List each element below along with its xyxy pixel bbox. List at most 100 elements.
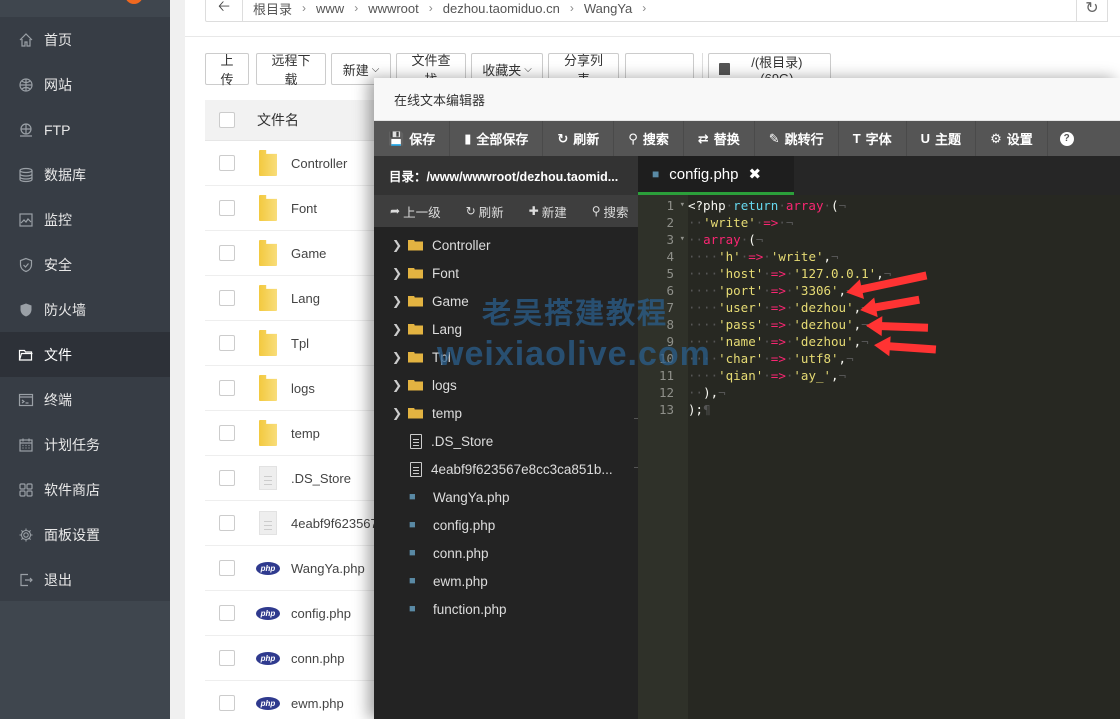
editor-tool-gear[interactable]: ⚙ 设置 — [976, 121, 1048, 156]
tree-node[interactable]: ■ WangYa.php — [374, 483, 638, 511]
file-name[interactable]: Tpl — [291, 336, 309, 351]
close-tab-icon[interactable]: ✖ — [748, 165, 761, 183]
breadcrumb-item[interactable]: www — [312, 1, 348, 16]
tree-action-plus[interactable]: ✚ 新建 — [513, 202, 576, 221]
file-name[interactable]: conn.php — [291, 651, 345, 666]
sidebar-item-5[interactable]: 安全 — [0, 242, 170, 287]
tree-node[interactable]: ❯ Font — [374, 259, 638, 287]
chevron-right-icon[interactable]: ❯ — [392, 322, 402, 336]
row-checkbox[interactable] — [219, 245, 235, 261]
notification-badge[interactable] — [125, 0, 143, 4]
file-name[interactable]: Controller — [291, 156, 347, 171]
row-checkbox[interactable] — [219, 470, 235, 486]
chevron-right-icon[interactable]: ❯ — [392, 294, 402, 308]
breadcrumb-item[interactable]: dezhou.taomiduo.cn — [439, 1, 564, 16]
tree-node[interactable]: ■ ewm.php — [374, 567, 638, 595]
code-token: ¬ — [718, 385, 726, 400]
tree-node[interactable]: 4eabf9f623567e8cc3ca851b... — [374, 455, 638, 483]
chevron-right-icon[interactable]: ❯ — [392, 406, 402, 420]
file-name[interactable]: Game — [291, 246, 326, 261]
file-name[interactable]: Font — [291, 201, 317, 216]
editor-tool-font[interactable]: T 字体 — [839, 121, 907, 156]
tree-node[interactable]: ❯ Controller — [374, 231, 638, 259]
sidebar-item-12[interactable]: 退出 — [0, 557, 170, 602]
upload-button[interactable]: 上传 — [205, 53, 249, 87]
tree-node[interactable]: ❯ Game — [374, 287, 638, 315]
breadcrumb-item[interactable]: WangYa — [580, 1, 636, 16]
column-filename[interactable]: 文件名 — [257, 110, 299, 130]
tree-node[interactable]: .DS_Store — [374, 427, 638, 455]
file-icon — [410, 433, 422, 449]
code-token: <?php — [688, 198, 726, 213]
sidebar-item-11[interactable]: 面板设置 — [0, 512, 170, 557]
sidebar-item-0[interactable]: 首页 — [0, 17, 170, 62]
tree-action-share-up[interactable]: ➦ 上一级 — [374, 202, 450, 221]
editor-tool-refresh[interactable]: ↻ 刷新 — [543, 121, 615, 156]
chevron-right-icon[interactable]: ❯ — [392, 378, 402, 392]
breadcrumb-item[interactable]: wwwroot — [364, 1, 423, 16]
row-checkbox[interactable] — [219, 425, 235, 441]
editor-tool-save-all[interactable]: ▮ 全部保存 — [450, 121, 544, 156]
editor-tool-magnet[interactable]: U 主题 — [907, 121, 977, 156]
tree-node[interactable]: ❯ logs — [374, 371, 638, 399]
sidebar-item-7[interactable]: 文件 — [0, 332, 170, 377]
folder-icon — [408, 351, 423, 363]
file-name[interactable]: 4eabf9f623567 — [291, 516, 378, 531]
file-name[interactable]: Lang — [291, 291, 320, 306]
breadcrumb-list: 根目录 › www › wwwroot › dezhou.taomiduo.cn › WangY… — [243, 0, 652, 18]
tab-config-php[interactable]: ■ config.php ✖ — [638, 156, 794, 195]
sidebar-item-8[interactable]: 终端 — [0, 377, 170, 422]
plus-icon: ✚ — [528, 204, 539, 218]
dialog-title[interactable]: 在线文本编辑器 — [374, 78, 1120, 121]
code-token: 'write' — [703, 215, 756, 230]
chevron-right-icon[interactable]: ❯ — [392, 266, 402, 280]
row-checkbox[interactable] — [219, 335, 235, 351]
row-checkbox[interactable] — [219, 650, 235, 666]
row-checkbox[interactable] — [219, 560, 235, 576]
editor-tool-save[interactable]: 💾 保存 — [374, 121, 451, 156]
tree-action-search[interactable]: ⚲ 搜索 — [576, 202, 638, 221]
code-editor[interactable]: <?php·return·array·(¬ ··'write'·=>·¬ ··arr… — [688, 195, 1120, 719]
row-checkbox[interactable] — [219, 290, 235, 306]
editor-tool-pin[interactable]: ✎ 跳转行 — [755, 121, 839, 156]
tree-node[interactable]: ❯ Lang — [374, 315, 638, 343]
tree-node[interactable]: ■ conn.php — [374, 539, 638, 567]
tree-node[interactable]: ❯ Tpl — [374, 343, 638, 371]
select-all-checkbox[interactable] — [219, 112, 235, 128]
sidebar-item-6[interactable]: 防火墙 — [0, 287, 170, 332]
sidebar-item-10[interactable]: 软件商店 — [0, 467, 170, 512]
file-name[interactable]: WangYa.php — [291, 561, 365, 576]
refresh-button[interactable]: ↻ — [1076, 0, 1108, 22]
file-name[interactable]: config.php — [291, 606, 351, 621]
chevron-right-icon[interactable]: ❯ — [392, 238, 402, 252]
file-name[interactable]: .DS_Store — [291, 471, 351, 486]
sidebar-item-9[interactable]: 计划任务 — [0, 422, 170, 467]
calendar-icon — [18, 437, 34, 453]
tree-node[interactable]: ❯ temp — [374, 399, 638, 427]
tree-node[interactable]: ■ config.php — [374, 511, 638, 539]
editor-tool-search[interactable]: ⚲ 搜索 — [614, 121, 684, 156]
chevron-right-icon[interactable]: ❯ — [392, 350, 402, 364]
back-button[interactable]: 🡠 — [206, 0, 243, 21]
file-name[interactable]: logs — [291, 381, 315, 396]
row-checkbox[interactable] — [219, 695, 235, 711]
magnet-icon: U — [920, 131, 931, 146]
breadcrumb-item[interactable]: 根目录 — [249, 0, 296, 18]
row-checkbox[interactable] — [219, 155, 235, 171]
row-checkbox[interactable] — [219, 515, 235, 531]
sidebar-item-1[interactable]: 网站 — [0, 62, 170, 107]
sidebar-item-2[interactable]: FTP — [0, 107, 170, 152]
tree-node[interactable]: ■ function.php — [374, 595, 638, 623]
editor-tool-replace[interactable]: ⇄ 替换 — [684, 121, 755, 156]
row-checkbox[interactable] — [219, 380, 235, 396]
sidebar-item-3[interactable]: 数据库 — [0, 152, 170, 197]
tree-action-refresh[interactable]: ↻ 刷新 — [450, 202, 513, 221]
file-name[interactable]: ewm.php — [291, 696, 344, 711]
row-checkbox[interactable] — [219, 605, 235, 621]
sidebar-item-4[interactable]: 监控 — [0, 197, 170, 242]
file-name[interactable]: temp — [291, 426, 320, 441]
remote-download-button[interactable]: 远程下载 — [256, 53, 326, 87]
editor-tool-label: 搜索 — [642, 132, 669, 147]
editor-tool-help[interactable]: ? — [1048, 121, 1091, 156]
row-checkbox[interactable] — [219, 200, 235, 216]
